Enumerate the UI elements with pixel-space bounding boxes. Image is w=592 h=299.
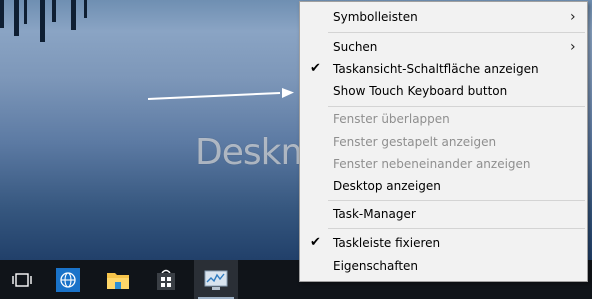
menu-item-show-task-view-button[interactable]: ✔ Taskansicht-Schaltfläche anzeigen [300,58,587,80]
chevron-right-icon: › [570,39,576,55]
task-view-icon [12,272,32,287]
chevron-right-icon: › [570,9,576,25]
menu-separator [328,200,585,201]
menu-item-label: Task-Manager [333,207,416,221]
tree-silhouette [52,0,56,22]
store-icon [157,269,175,290]
taskbar-app-internet-explorer[interactable] [46,260,90,299]
menu-item-lock-taskbar[interactable]: ✔ Taskleiste fixieren [300,232,587,254]
menu-separator [328,228,585,229]
menu-item-show-touch-keyboard-button[interactable]: Show Touch Keyboard button [300,80,587,102]
tree-silhouette [40,0,45,42]
checkmark-icon: ✔ [310,61,321,76]
menu-item-label: Fenster nebeneinander anzeigen [333,157,531,171]
internet-explorer-icon [56,267,80,292]
menu-item-label: Taskansicht-Schaltfläche anzeigen [333,62,539,76]
menu-item-task-manager[interactable]: Task-Manager [300,203,587,225]
menu-separator [328,32,585,33]
tree-silhouette [0,0,4,28]
menu-item-label: Show Touch Keyboard button [333,84,508,98]
checkmark-icon: ✔ [310,235,321,250]
tree-silhouette [71,0,76,30]
menu-item-label: Fenster überlappen [333,112,450,126]
tree-silhouette [84,0,87,18]
menu-item-show-desktop[interactable]: Desktop anzeigen [300,175,587,197]
performance-monitor-icon [204,270,228,290]
taskbar-app-file-explorer[interactable] [96,260,140,299]
tree-silhouette [24,0,27,24]
menu-item-toolbars[interactable]: Symbolleisten › [300,6,587,28]
task-view-button[interactable] [0,260,44,299]
menu-item-side-by-side-windows: Fenster nebeneinander anzeigen [300,153,587,175]
tree-silhouette [14,0,19,36]
menu-separator [328,106,585,107]
menu-item-label: Desktop anzeigen [333,179,441,193]
menu-item-label: Taskleiste fixieren [333,236,441,250]
menu-item-label: Fenster gestapelt anzeigen [333,135,497,149]
menu-item-cascade-windows: Fenster überlappen [300,108,587,130]
arrow-annotation-icon [148,88,294,100]
taskbar-context-menu: Symbolleisten › Suchen › ✔ Taskansicht-S… [299,1,588,282]
file-explorer-icon [107,272,129,289]
menu-item-properties[interactable]: Eigenschaften [300,255,587,277]
taskbar-app-store[interactable] [144,260,188,299]
menu-item-label: Suchen [333,40,378,54]
menu-item-label: Eigenschaften [333,259,419,273]
taskbar-app-performance-monitor[interactable] [194,260,238,299]
menu-item-search[interactable]: Suchen › [300,36,587,58]
menu-item-label: Symbolleisten [333,10,418,24]
menu-item-stack-windows: Fenster gestapelt anzeigen [300,131,587,153]
